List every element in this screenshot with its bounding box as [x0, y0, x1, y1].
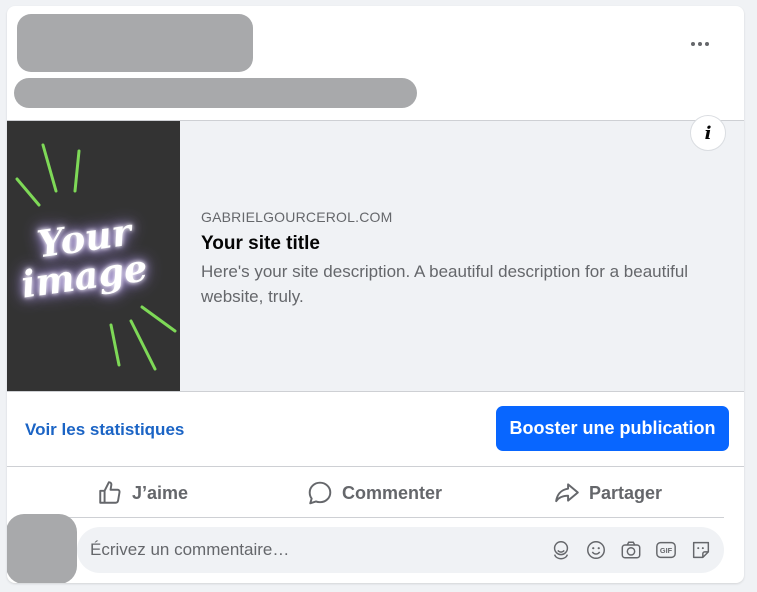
share-button[interactable]: Partager	[554, 476, 662, 510]
comment-label: Commenter	[342, 482, 443, 503]
more-dot-icon	[705, 42, 709, 46]
divider	[25, 517, 724, 518]
gif-icon-text: GIF	[660, 546, 673, 555]
gif-icon[interactable]: GIF	[655, 539, 677, 561]
more-options-button[interactable]	[683, 32, 717, 56]
more-dot-icon	[691, 42, 695, 46]
link-title: Your site title	[201, 233, 320, 254]
link-preview-image: Your image	[7, 121, 180, 391]
post-card: Your image i GABRIELGOURCEROL.COM Your s…	[7, 6, 744, 583]
link-description: Here's your site description. A beautifu…	[201, 262, 689, 306]
boost-post-button[interactable]: Booster une publication	[496, 406, 729, 451]
share-arrow-icon	[555, 483, 579, 503]
redacted-author-name	[17, 14, 253, 72]
comment-placeholder: Écrivez un commentaire…	[90, 540, 290, 559]
share-label: Partager	[589, 482, 663, 503]
like-label: J’aime	[132, 482, 189, 503]
comment-button[interactable]: Commenter	[307, 476, 442, 510]
sticker-icon[interactable]	[690, 539, 712, 561]
more-dot-icon	[698, 42, 702, 46]
like-button[interactable]: J’aime	[97, 476, 188, 510]
comment-input[interactable]: Écrivez un commentaire… GIF	[77, 527, 724, 573]
thumbs-up-icon	[99, 481, 121, 504]
link-preview[interactable]: Your image i GABRIELGOURCEROL.COM Your s…	[7, 115, 744, 392]
redacted-post-meta	[14, 78, 417, 108]
redacted-avatar	[7, 514, 77, 583]
camera-icon[interactable]	[620, 539, 642, 561]
divider	[7, 466, 744, 467]
info-icon[interactable]: i	[690, 115, 726, 151]
view-stats-link[interactable]: Voir les statistiques	[25, 420, 184, 440]
comment-bubble-icon	[308, 481, 332, 505]
link-domain: GABRIELGOURCEROL.COM	[201, 209, 393, 225]
emoji-icon[interactable]	[585, 539, 607, 561]
avatar-sticker-icon[interactable]	[550, 539, 572, 561]
